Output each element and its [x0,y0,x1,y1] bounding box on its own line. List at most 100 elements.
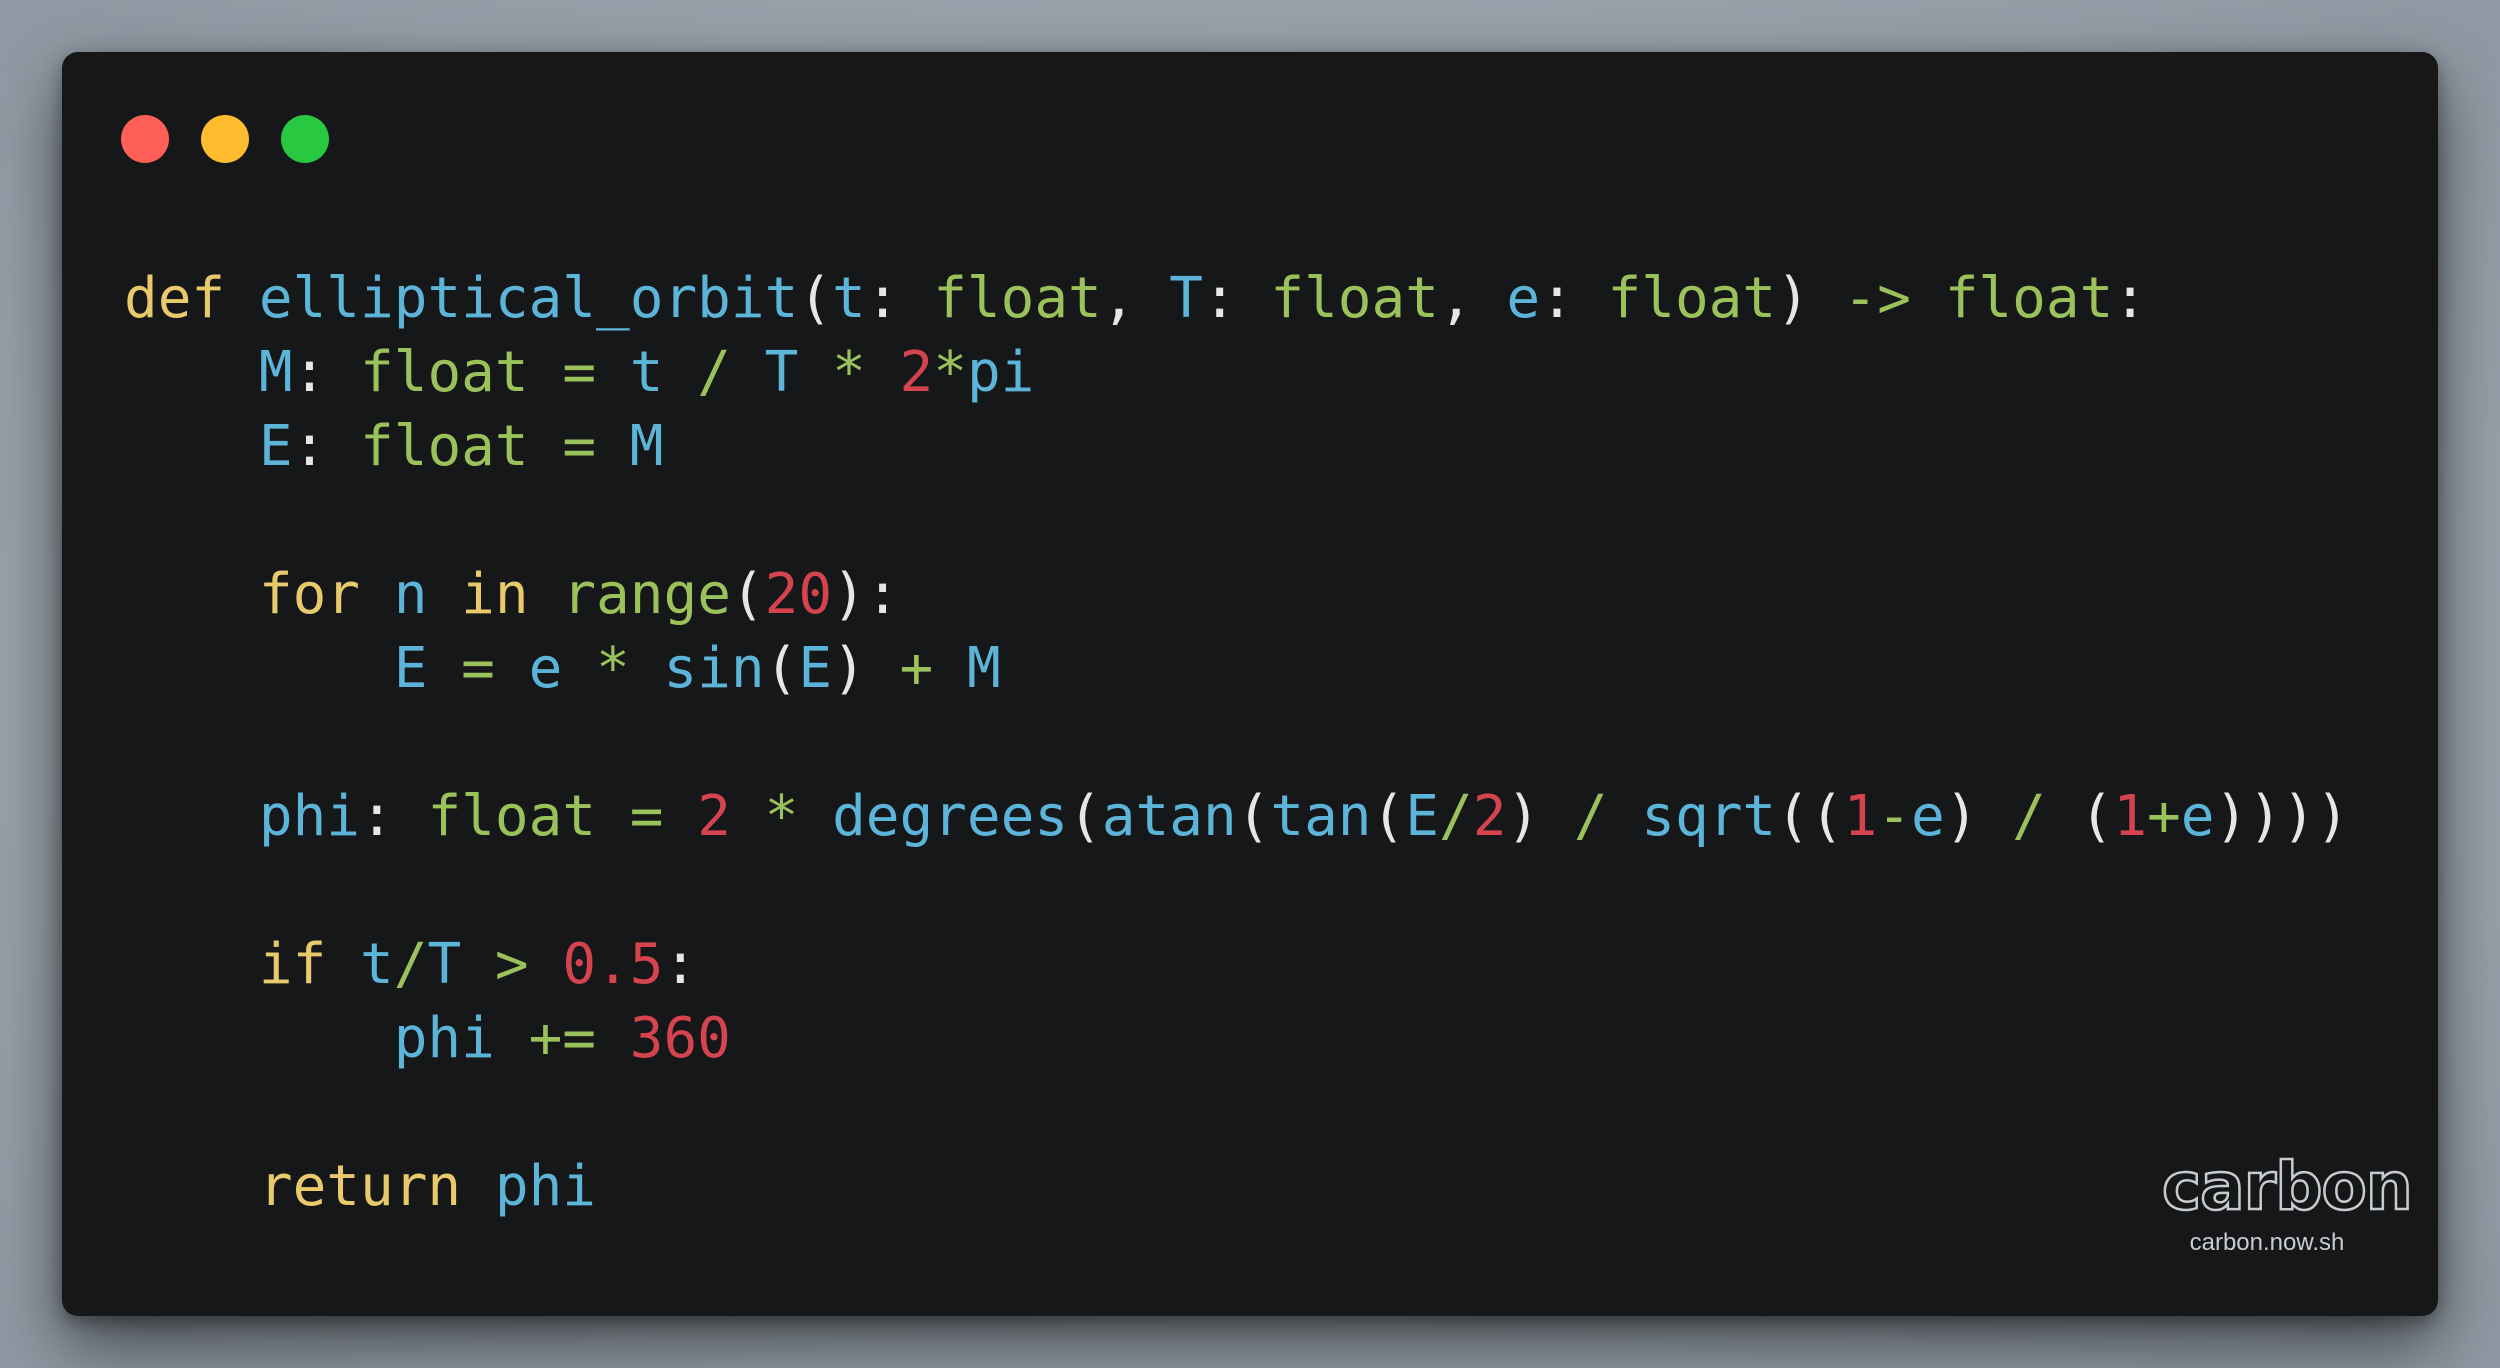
code-token-pn: , [1101,266,1170,331]
carbon-logo: carbon [2161,1148,2414,1225]
close-button[interactable] [121,115,169,163]
code-token-var: t [360,932,394,997]
code-token-pn: (( [1776,784,1844,849]
code-token-num: 20 [764,562,833,627]
code-line: def elliptical_orbit(t: float, T: float,… [124,262,2349,336]
code-token-op: * [933,340,967,405]
code-token-var: e [1911,784,1945,849]
code-token-op: * [764,784,799,849]
code-token-var: t [832,266,866,331]
code-token-num: 1 [1843,784,1878,849]
window-controls [121,115,329,163]
code-token-pn: ): [832,562,900,627]
code-token-num: 2 [1472,784,1507,849]
code-token-num: 360 [629,1006,731,1071]
code-token-fn: tan [1270,784,1372,849]
code-token-kw: return [258,1154,462,1219]
code-token-kw: in [461,562,529,627]
code-token-op: = [461,636,495,701]
code-token-var: T [427,932,462,997]
carbon-branding: carbon carbon.now.sh [2161,1148,2414,1256]
code-token-pn: : [2113,266,2147,331]
code-token-pn: ) [1776,266,1844,331]
code-token-kw: for [258,562,361,627]
minimize-button[interactable] [201,115,249,163]
code-token-type: float [1270,266,1439,331]
code-token-fn: sqrt [1641,784,1777,849]
code-token-op: + [899,636,934,701]
maximize-button[interactable] [281,115,329,163]
code-token-var: M [258,340,293,405]
code-token-pn: ) [832,636,866,701]
code-token-var: e [1506,266,1541,331]
code-token-pn: )))) [2214,784,2350,849]
code-token-var: t [629,340,664,405]
code-token-kw: if [258,932,327,997]
code-token-num: 1 [2113,784,2148,849]
code-token-type: float [1944,266,2114,331]
code-token-pn: ( [764,636,799,701]
code-token-op: * [596,636,630,701]
code-token-op: / [1438,784,1473,849]
code-token-type: range [562,562,731,627]
code-token-op: > [494,932,529,997]
code-token-pn: : [292,340,361,405]
code-token-var: e [528,636,563,701]
code-line: E: float = M [124,410,2349,484]
code-token-pn: ( [1068,784,1102,849]
code-token-var: phi [258,784,361,849]
code-token-var: T [764,340,799,405]
code-line: M: float = t / T * 2*pi [124,336,2349,410]
code-token-fn: sin [663,636,765,701]
code-token-var: e [2180,784,2215,849]
code-token-op: = [562,414,597,479]
code-block[interactable]: def elliptical_orbit(t: float, T: float,… [124,262,2349,1224]
code-line: for n in range(20): [124,558,2349,632]
code-token-pn: ( [1371,784,1406,849]
code-token-op: / [1573,784,1608,849]
code-token-var: pi [966,340,1035,405]
code-token-op: += [528,1006,597,1071]
code-line: phi: float = 2 * degrees(atan(tan(E/2) /… [124,780,2349,854]
code-token-op: = [629,784,664,849]
code-token-var: E [393,636,428,701]
code-token-op: / [393,932,428,997]
code-token-pn: : [1202,266,1271,331]
code-token-op: / [697,340,731,405]
code-token-var: phi [393,1006,495,1071]
code-token-op: + [2147,784,2181,849]
